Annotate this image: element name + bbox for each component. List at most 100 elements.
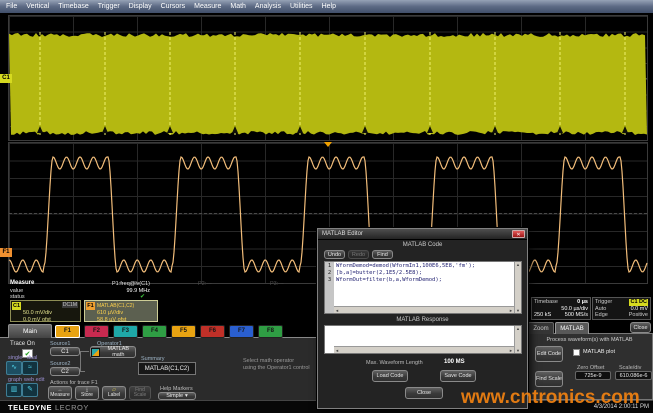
help-markers-select[interactable]: Simple ▾ bbox=[158, 392, 196, 400]
c1-badge: C1 bbox=[12, 302, 21, 310]
tab-f3[interactable]: F3 bbox=[113, 325, 138, 338]
trigger-position-marker[interactable] bbox=[324, 142, 332, 147]
tab-f1[interactable]: F1 bbox=[55, 325, 80, 338]
trigger-summary-box[interactable]: TriggerC1 DC Auto0.0 mV EdgePositive bbox=[592, 297, 651, 320]
tab-f4[interactable]: F4 bbox=[142, 325, 167, 338]
undo-button[interactable]: Undo bbox=[324, 250, 345, 259]
p2-label[interactable]: P2:--- bbox=[198, 281, 212, 287]
menu-file[interactable]: File bbox=[6, 3, 17, 10]
p3-label[interactable]: P3:--- bbox=[270, 281, 284, 287]
source1-select[interactable]: C1 bbox=[50, 347, 80, 356]
timebase-rate: 500 MS/s bbox=[565, 312, 588, 319]
menu-utilities[interactable]: Utilities bbox=[290, 3, 313, 10]
p1-label[interactable]: P1:freq@lv(C1) bbox=[86, 281, 150, 287]
dialog-close-button[interactable]: Close bbox=[405, 387, 443, 399]
f1-descriptor-box[interactable]: F1 MATLAB(C1,C2) 610 µV/div 58.8 µV ofst bbox=[84, 300, 158, 322]
matlab-plot-checkbox[interactable] bbox=[573, 349, 580, 356]
mode-graph-button[interactable]: ▥ bbox=[6, 383, 22, 397]
response-vscrollbar[interactable]: ▲ ▼ bbox=[514, 326, 521, 353]
scroll-up-icon[interactable]: ▲ bbox=[516, 262, 520, 267]
menu-display[interactable]: Display bbox=[129, 3, 152, 10]
scroll-down-icon[interactable]: ▼ bbox=[516, 308, 520, 313]
scroll-left-icon[interactable]: ◄ bbox=[335, 348, 339, 353]
tab-main[interactable]: Main bbox=[8, 324, 52, 338]
save-code-label: Save Code bbox=[444, 373, 471, 379]
action-label-label: Label bbox=[108, 393, 120, 398]
find-button[interactable]: Find bbox=[372, 250, 393, 259]
menu-trigger[interactable]: Trigger bbox=[98, 3, 120, 10]
code-line: WformOut=filter(b,a,WformDemod); bbox=[336, 277, 513, 284]
operator1-value: MATLAB math bbox=[102, 346, 135, 358]
scroll-right-icon[interactable]: ► bbox=[509, 308, 513, 313]
tab-matlab[interactable]: MATLAB bbox=[555, 322, 589, 334]
mode-single-button[interactable]: ∿ bbox=[6, 361, 22, 375]
summary-value: MATLAB(C1,C2) bbox=[145, 366, 190, 372]
operator1-button[interactable]: MATLAB math bbox=[90, 346, 136, 358]
f1-scale: 610 µV/div bbox=[97, 310, 123, 316]
redo-button: Redo bbox=[348, 250, 369, 259]
matlab-response-header: MATLAB Response bbox=[318, 317, 527, 323]
menu-help[interactable]: Help bbox=[322, 3, 336, 10]
panel-close-label: Close bbox=[633, 325, 647, 331]
hint-text: Select math operator using the Operator1… bbox=[243, 358, 327, 371]
c1-offset: 0.0 mV ofst bbox=[23, 317, 51, 323]
scalediv-field[interactable]: 610.086e-6 bbox=[615, 371, 652, 380]
mode-dual-button[interactable]: ≈ bbox=[22, 361, 38, 375]
c1-descriptor-box[interactable]: C1 DC1M 50.0 mV/div 0.0 mV ofst bbox=[10, 300, 81, 322]
action-measure-button[interactable]: ↔ Measure bbox=[48, 386, 72, 400]
tab-f2[interactable]: F2 bbox=[84, 325, 109, 338]
zero-offset-field[interactable]: 725e-9 bbox=[575, 371, 611, 380]
tab-f5[interactable]: F5 bbox=[171, 325, 196, 338]
tab-f8[interactable]: F8 bbox=[258, 325, 283, 338]
dropdown-arrow-icon: ▾ bbox=[185, 393, 188, 399]
undo-label: Undo bbox=[328, 252, 341, 258]
source-connector bbox=[80, 351, 81, 371]
response-hscrollbar[interactable]: ◄ ► bbox=[334, 346, 514, 353]
action-store-button[interactable]: ⤓ Store bbox=[75, 386, 99, 400]
action-label-button[interactable]: ▱ Label bbox=[102, 386, 126, 400]
summary-box: MATLAB(C1,C2) bbox=[138, 362, 196, 375]
menu-measure[interactable]: Measure bbox=[194, 3, 221, 10]
action-findscale-label: Find Scale bbox=[130, 388, 150, 398]
trigger-slope: Positive bbox=[629, 312, 648, 319]
editor-hscrollbar[interactable]: ◄ ► bbox=[334, 306, 514, 313]
max-waveform-length-value: 100 MS bbox=[444, 359, 465, 365]
tab-f7[interactable]: F7 bbox=[229, 325, 254, 338]
edit-code-button[interactable]: Edit Code bbox=[535, 346, 563, 362]
timebase-summary-box[interactable]: Timebase0 µs 50.0 µs/div 250 kS500 MS/s bbox=[531, 297, 591, 320]
tab-zoom[interactable]: Zoom bbox=[528, 322, 554, 334]
mode-web-edit-button[interactable]: ✎ bbox=[22, 383, 38, 397]
menu-vertical[interactable]: Vertical bbox=[26, 3, 49, 10]
c1-trace-marker[interactable]: C1 bbox=[0, 74, 12, 83]
f1-trace-marker[interactable]: F1 bbox=[0, 248, 12, 257]
f1-function: MATLAB(C1,C2) bbox=[97, 303, 134, 309]
timebase-title: Timebase bbox=[534, 299, 558, 306]
editor-vscrollbar[interactable]: ▲ ▼ bbox=[514, 262, 521, 313]
load-code-button[interactable]: Load Code bbox=[372, 370, 408, 382]
c1-scale: 50.0 mV/div bbox=[23, 310, 52, 316]
scroll-down-icon[interactable]: ▼ bbox=[516, 348, 520, 353]
dialog-title: MATLAB Editor bbox=[322, 231, 363, 237]
dialog-close-icon[interactable]: ✕ bbox=[512, 230, 525, 238]
code-editor[interactable]: 123 WformDemod=demod(WformIn1,100E6,5E8,… bbox=[324, 261, 522, 314]
f1-badge: F1 bbox=[86, 302, 95, 310]
find-scale-button[interactable]: Find Scale bbox=[535, 371, 563, 387]
menu-analysis[interactable]: Analysis bbox=[255, 3, 281, 10]
edit-code-label: Edit Code bbox=[537, 351, 561, 357]
scroll-up-icon[interactable]: ▲ bbox=[516, 326, 520, 331]
save-code-button[interactable]: Save Code bbox=[440, 370, 476, 382]
scroll-left-icon[interactable]: ◄ bbox=[335, 308, 339, 313]
matlab-code-header: MATLAB Code bbox=[318, 242, 527, 248]
scroll-right-icon[interactable]: ► bbox=[509, 348, 513, 353]
find-label: Find bbox=[377, 252, 388, 258]
source2-select[interactable]: C2 bbox=[50, 367, 80, 376]
menu-timebase[interactable]: Timebase bbox=[58, 3, 88, 10]
oscilloscope-screen: File Vertical Timebase Trigger Display C… bbox=[0, 0, 653, 413]
panel-close-button[interactable]: Close bbox=[630, 322, 651, 333]
scalediv-value: 610.086e-6 bbox=[620, 373, 648, 379]
dialog-titlebar[interactable]: MATLAB Editor ✕ bbox=[318, 229, 527, 240]
menu-cursors[interactable]: Cursors bbox=[161, 3, 186, 10]
line-number-gutter: 123 bbox=[325, 262, 334, 313]
menu-math[interactable]: Math bbox=[230, 3, 246, 10]
tab-f6[interactable]: F6 bbox=[200, 325, 225, 338]
